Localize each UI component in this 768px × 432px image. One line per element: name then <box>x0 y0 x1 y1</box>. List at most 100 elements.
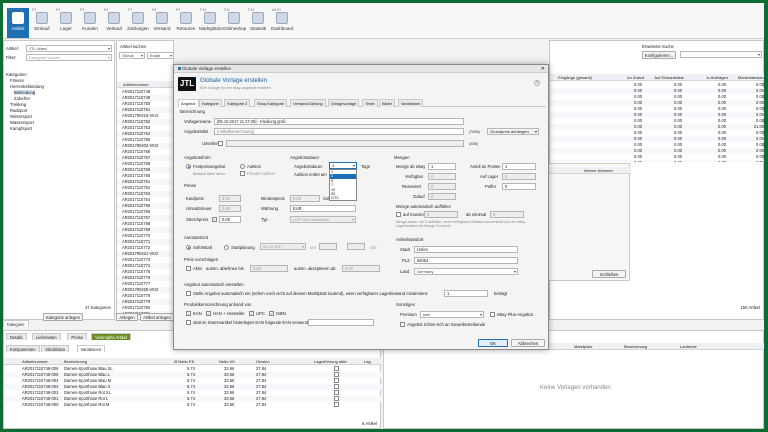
detail-subtab[interactable]: Stücklisten <box>41 345 70 352</box>
advanced-search-input[interactable] <box>680 51 762 58</box>
start-minute-input[interactable] <box>347 243 365 250</box>
search-field-select[interactable]: Exakt <box>147 52 174 59</box>
lagerfuehrung-checkbox[interactable] <box>334 384 339 389</box>
artikel-anlegen-button[interactable]: Artikel anlegen <box>140 313 174 321</box>
dialog-tab[interactable]: Kategorie 2 <box>224 99 251 107</box>
toolbar-verkauf-button[interactable]: F6 Verkauf <box>103 8 125 38</box>
untertitel-checkbox[interactable] <box>218 141 223 146</box>
dialog-tab[interactable]: Bilder <box>379 99 396 107</box>
lagerfuehrung-checkbox[interactable] <box>334 396 339 401</box>
category-search-input[interactable]: Kategorie suchen <box>26 54 112 61</box>
detail-tab[interactable]: Verknüpfte Artikel <box>91 333 132 340</box>
dauer-select[interactable]: 3 <box>329 162 357 169</box>
ean-override-input[interactable] <box>308 319 374 326</box>
component-column-header[interactable]: Artikelnummer <box>22 358 48 364</box>
maximal-checkbox[interactable] <box>396 212 401 217</box>
upc-checkbox[interactable]: ✓ <box>249 311 254 316</box>
tree-item[interactable]: Trekking <box>10 102 26 107</box>
component-column-header[interactable]: Lag <box>364 358 371 364</box>
tree-item[interactable]: Wassersport <box>10 120 34 125</box>
tree-item[interactable]: Kategorien <box>6 72 27 77</box>
grundpreis-button[interactable]: Grundpreis anhängen <box>487 128 539 135</box>
tree-item[interactable]: Fitness <box>10 78 24 83</box>
lagerfuehrung-checkbox[interactable] <box>334 378 339 383</box>
dauer-option[interactable]: GTC <box>330 196 356 200</box>
auto-einstellen-input[interactable]: 1 <box>444 290 488 297</box>
detail-subtab[interactable]: Variationen <box>76 345 106 352</box>
grid-column-header[interactable]: Mindestbestand <box>724 74 764 80</box>
wawi-select[interactable]: JTL-Wawi <box>26 45 112 52</box>
toolbar-dashboard-button[interactable]: Alt+D Dashboard <box>271 8 293 38</box>
gewerbe-checkbox[interactable] <box>400 322 405 327</box>
grid-column-header[interactable]: Auf Einkaufsliste <box>642 74 684 80</box>
ablehnen-input[interactable]: 0.00 <box>250 265 288 272</box>
tree-item[interactable]: Wintersport <box>10 114 32 119</box>
component-row[interactable]: AR2017110748-000 Damen-Sporthose Rot M 5.7… <box>4 402 382 408</box>
dialog-tab[interactable]: Designvorlage <box>328 99 360 107</box>
start-date-select[interactable]: 06.10.2017 <box>260 243 306 250</box>
private-checkbox[interactable] <box>240 171 245 176</box>
vorlagenname-input[interactable]: [06.10.2017 11:27:28] - Kleidung groß <box>214 118 464 125</box>
toolbar-einkauf-button[interactable]: F3 Einkauf <box>31 8 53 38</box>
premium-select[interactable]: kein <box>420 311 484 318</box>
tree-item[interactable]: Herrenbekleidung <box>10 84 44 89</box>
lagerfuehrung-checkbox[interactable] <box>334 366 339 371</box>
streichpreis-input[interactable]: 0.00 <box>219 216 241 223</box>
tree-item[interactable]: Zubehör <box>14 96 30 101</box>
tab-kategorie[interactable]: Kategorie <box>3 320 29 327</box>
dialog-tab[interactable]: Texte <box>362 99 378 107</box>
component-column-header[interactable]: Ø Netto EK <box>174 358 194 364</box>
grid-row[interactable]: 0.000.000.000.00 <box>550 160 764 162</box>
festpreis-radio[interactable] <box>186 164 191 169</box>
plz-input[interactable]: 56054 <box>414 257 518 264</box>
minimal-input[interactable]: 0 <box>490 211 524 218</box>
auto-einstellen-checkbox[interactable] <box>186 291 191 296</box>
template-column-header[interactable]: Marktplatz <box>574 343 592 349</box>
ebay-plus-checkbox[interactable] <box>490 312 495 317</box>
han-checkbox[interactable]: ✓ <box>206 311 211 316</box>
component-column-header[interactable]: Bezeichnung <box>64 358 87 364</box>
cancel-button[interactable]: Abbrechen <box>511 339 545 347</box>
detail-tab[interactable]: Lieferanten <box>32 333 61 340</box>
streichpreis-checkbox[interactable]: ✓ <box>212 217 217 222</box>
configure-button[interactable]: Konfigurieren... <box>642 51 676 59</box>
ean-checkbox[interactable]: ✓ <box>186 311 191 316</box>
land-select[interactable]: Germany <box>414 268 518 275</box>
detail-subtab[interactable]: Komponenten <box>6 345 40 352</box>
toolbar-retouren-button[interactable]: F9 Retouren <box>175 8 197 38</box>
menge-input[interactable]: 1 <box>428 163 456 170</box>
startplanung-radio[interactable] <box>224 245 229 250</box>
untertitel-input[interactable] <box>226 140 464 147</box>
dialog-tab[interactable]: Variationen <box>398 99 424 107</box>
mindestpreis-input[interactable]: 0.00 <box>290 195 320 202</box>
tree-item[interactable]: Radsport <box>10 108 27 113</box>
isbn-checkbox[interactable]: ✓ <box>269 311 274 316</box>
ok-button[interactable]: OK <box>478 339 508 347</box>
toolbar-statistik-button[interactable]: F12 Statistik <box>247 8 269 38</box>
preis-aktiv-checkbox[interactable] <box>186 266 191 271</box>
dialog-tab[interactable]: Angebot <box>178 99 199 107</box>
kategorie-anlegen-button[interactable]: Kategorie anlegen <box>43 313 83 321</box>
lagerfuehrung-checkbox[interactable] <box>334 372 339 377</box>
typ-select[interactable]: UVP des Herstellers <box>290 216 356 223</box>
toolbar-artikel-button[interactable]: F2 Artikel <box>7 8 29 38</box>
kaufpreis-input[interactable]: 0.00 <box>219 195 241 202</box>
grid-column-header[interactable]: im Zulauf <box>602 74 644 80</box>
detail-tab[interactable]: Details <box>6 333 27 340</box>
toolbar-kunden-button[interactable]: F5 Kunden <box>79 8 101 38</box>
component-column-header[interactable]: Lagerführung aktiv <box>314 358 347 364</box>
toolbar-zahlungen-button[interactable]: F7 Zahlungen <box>127 8 149 38</box>
umsatzsteuer-input[interactable]: 0.00 <box>219 205 241 212</box>
dialog-tab[interactable]: Versand/Zahlung <box>290 99 326 107</box>
auktion-radio[interactable] <box>240 164 245 169</box>
tree-item[interactable]: Kampfsport <box>10 126 32 131</box>
tree-item[interactable]: Bekleidung <box>14 90 36 95</box>
component-column-header[interactable]: Netto VK <box>219 358 235 364</box>
template-column-header[interactable]: Laufende <box>680 343 697 349</box>
akzeptieren-input[interactable]: 0.00 <box>342 265 380 272</box>
grid-column-header[interactable]: in Aufträgen <box>686 74 728 80</box>
sofortstart-radio[interactable] <box>186 245 191 250</box>
schliessen-button[interactable]: Schließen <box>592 270 626 278</box>
lagerfuehrung-checkbox[interactable] <box>334 402 339 407</box>
puffer-input[interactable]: 0 <box>502 183 536 190</box>
